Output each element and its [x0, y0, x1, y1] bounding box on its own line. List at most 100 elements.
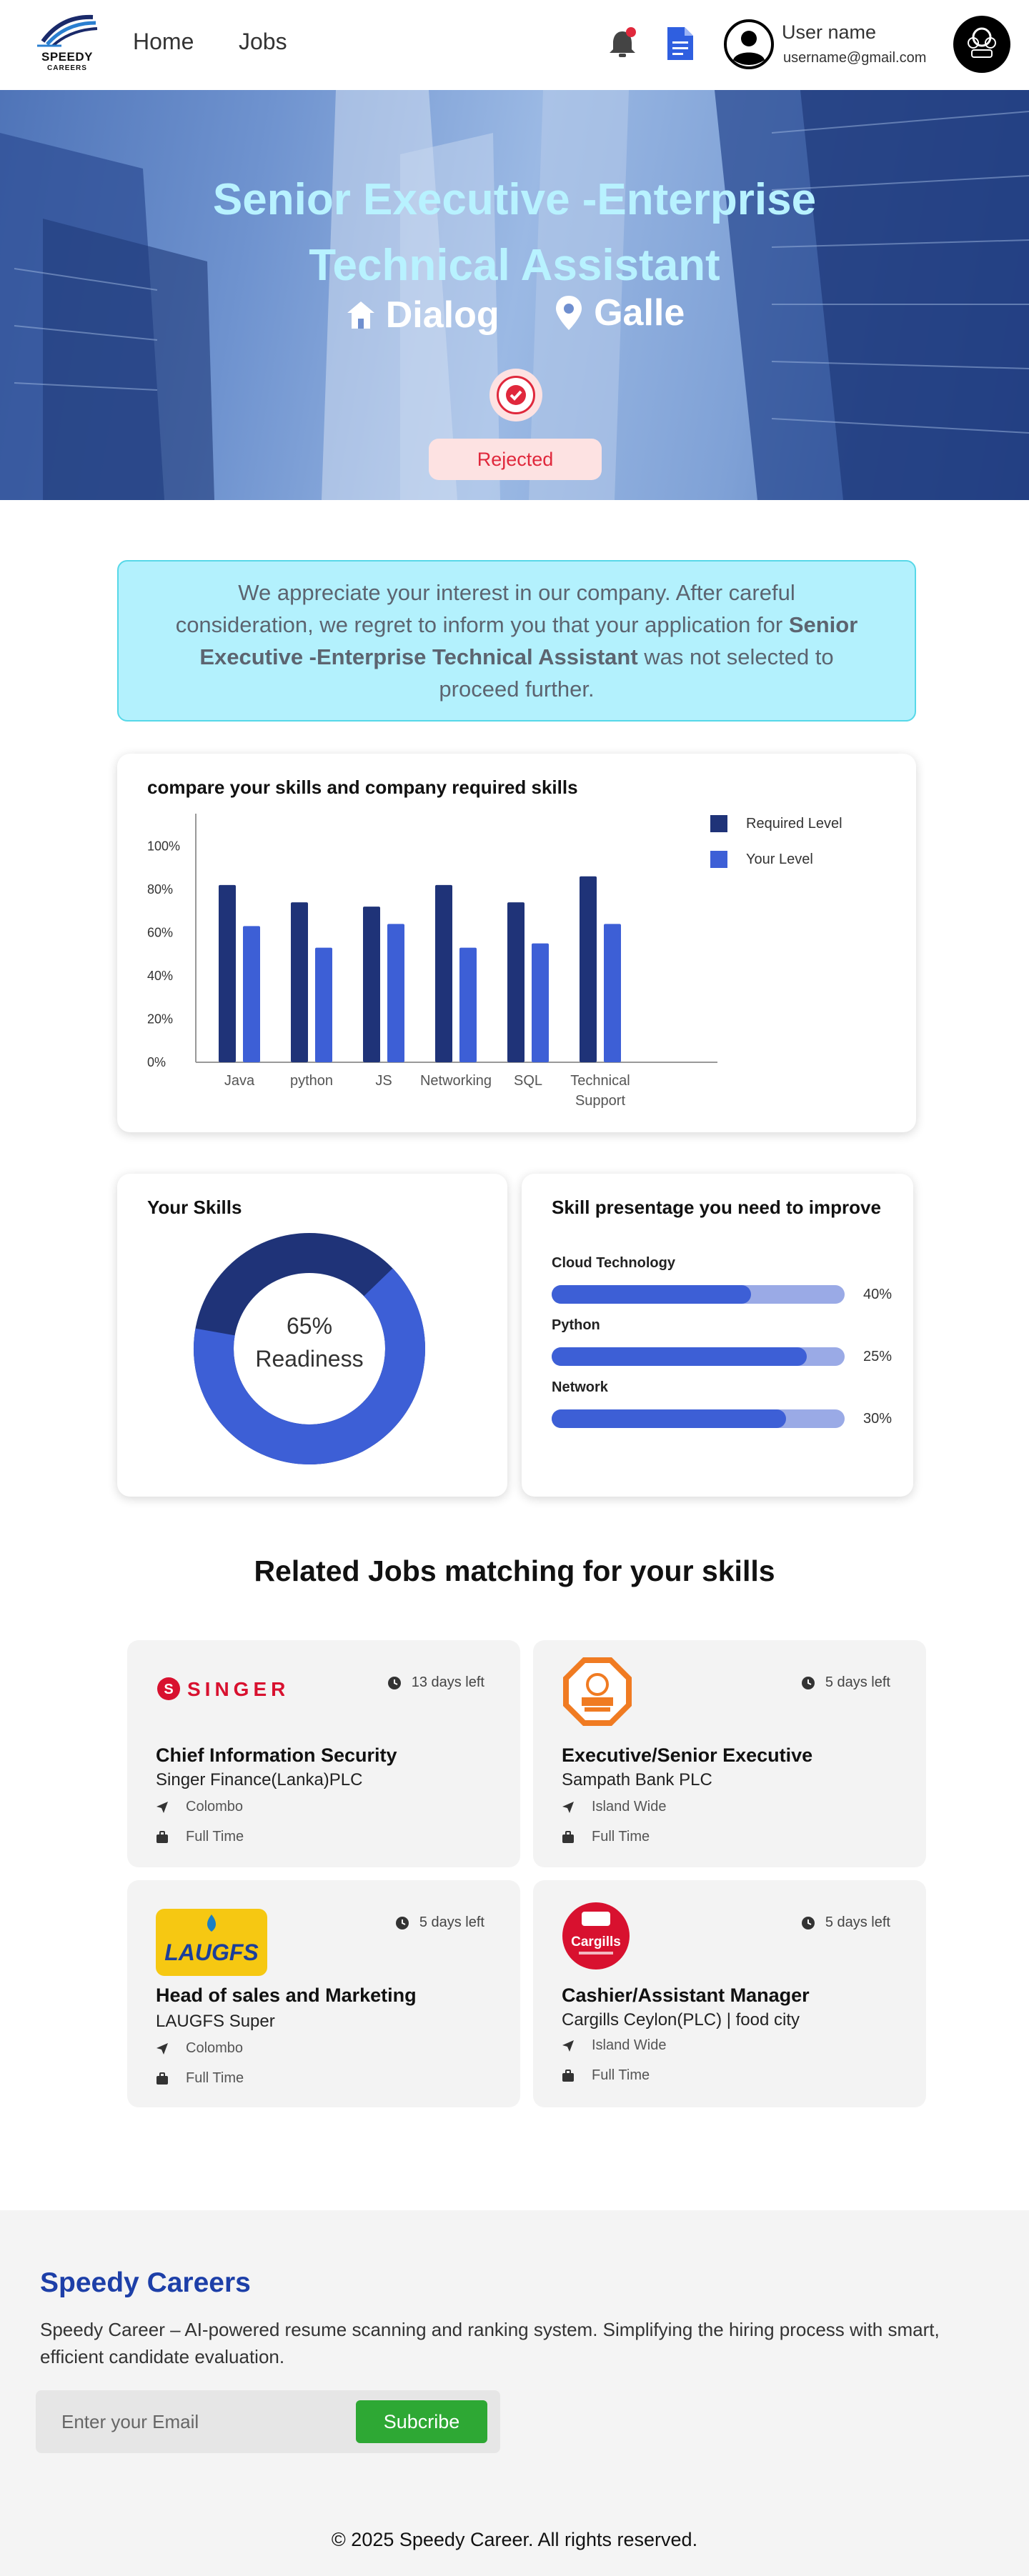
job-card[interactable]: 5 days left Executive/Senior Executive S…	[533, 1640, 926, 1867]
bar-required-5	[580, 876, 597, 1062]
job-card-location-text: Colombo	[186, 1799, 244, 1814]
y-tick-label: 80%	[147, 882, 173, 897]
x-tick-label: Technical	[570, 1073, 630, 1089]
job-card-type-text: Full Time	[186, 2070, 244, 2086]
x-tick-label: python	[290, 1073, 333, 1089]
days-left-text: 5 days left	[825, 1914, 890, 1930]
days-left: 5 days left	[801, 1914, 890, 1931]
days-left-text: 5 days left	[825, 1674, 890, 1690]
bar-required-0	[219, 884, 236, 1062]
subscribe-form: Subcribe	[36, 2390, 500, 2453]
location-name: Galle	[594, 292, 685, 334]
your-skills-title: Your Skills	[147, 1197, 242, 1218]
bar-your-3	[459, 947, 477, 1062]
clock-icon	[387, 1676, 401, 1689]
speedy-careers-logo[interactable]: SPEEDY CAREERS	[33, 13, 101, 77]
document-icon[interactable]	[665, 26, 696, 61]
improve-card-title: Skill presentage you need to improve	[552, 1197, 881, 1218]
job-card-type-text: Full Time	[592, 1829, 650, 1844]
bar-your-1	[315, 947, 332, 1062]
job-card-title: Executive/Senior Executive	[562, 1744, 813, 1766]
application-status-badge: Rejected	[429, 439, 602, 480]
user-avatar-icon[interactable]	[723, 19, 775, 70]
job-card-location: Colombo	[156, 2040, 243, 2057]
x-tick-label: Java	[224, 1073, 255, 1089]
job-card-type-text: Full Time	[592, 2067, 650, 2083]
job-card-type-text: Full Time	[186, 1829, 244, 1844]
legend-required: Required Level	[710, 815, 842, 832]
team-icon	[968, 27, 996, 58]
x-tick-label: Support	[575, 1093, 625, 1109]
skill-bar-network	[552, 1409, 845, 1428]
cargills-logo: Cargills	[562, 1902, 630, 1974]
y-tick-label: 0%	[147, 1055, 166, 1069]
skill-pct-cloud: 40%	[863, 1287, 893, 1302]
job-card[interactable]: Cargills 5 days left Cashier/Assistant M…	[533, 1880, 926, 2107]
days-left-text: 13 days left	[411, 1674, 484, 1690]
job-card-location-text: Colombo	[186, 2040, 244, 2056]
job-card-type: Full Time	[156, 1829, 244, 1845]
readiness-value: 65%	[286, 1313, 333, 1339]
company-info: Dialog	[344, 294, 499, 336]
job-meta: Dialog Galle	[0, 291, 1029, 341]
y-tick-label: 40%	[147, 969, 173, 983]
singer-logo: S SINGER	[156, 1667, 285, 1714]
skill-improve-card: Skill presentage you need to improve Clo…	[522, 1174, 913, 1497]
legend-your-label: Your Level	[746, 851, 813, 867]
bar-your-5	[604, 924, 621, 1062]
send-icon	[562, 1801, 574, 1813]
skills-bar-chart: 0% 20% 40% 60% 80% 100% Java python JS Networking…	[147, 814, 717, 1109]
laugfs-logo: LAUGFS	[156, 1909, 267, 1980]
job-card-company: Sampath Bank PLC	[562, 1770, 712, 1789]
subscribe-button[interactable]: Subcribe	[356, 2400, 487, 2443]
skill-pct-python: 25%	[863, 1349, 893, 1364]
user-name: User name	[782, 21, 877, 43]
job-card-company: Singer Finance(Lanka)PLC	[156, 1770, 363, 1789]
rejection-message: We appreciate your interest in our compa…	[117, 560, 916, 722]
job-card-location: Colombo	[156, 1799, 243, 1815]
skill-pct-network: 30%	[863, 1411, 893, 1427]
send-icon	[156, 1801, 168, 1813]
job-card-location: Island Wide	[562, 1799, 667, 1815]
skill-label-network: Network	[552, 1379, 608, 1395]
footer-title: Speedy Careers	[40, 2267, 251, 2298]
company-name: Dialog	[385, 294, 499, 336]
skill-bar-python	[552, 1347, 845, 1366]
job-card-type: Full Time	[156, 2070, 244, 2087]
brand-badge-icon[interactable]	[953, 16, 1010, 73]
job-card-location-text: Island Wide	[592, 2037, 667, 2053]
sampath-logo	[562, 1656, 633, 1731]
logo-text: SPEEDY	[41, 50, 93, 64]
briefcase-icon	[156, 1830, 168, 1843]
home-icon	[347, 301, 374, 329]
cargills-logo-text: Cargills	[571, 1935, 621, 1950]
singer-logo-text: SINGER	[187, 1678, 284, 1700]
job-card-title: Head of sales and Marketing	[156, 1985, 417, 2006]
email-input[interactable]	[36, 2390, 343, 2453]
readiness-label: Readiness	[255, 1346, 364, 1372]
footer: Speedy Careers Speedy Career – AI-powere…	[0, 2210, 1029, 2576]
bar-required-1	[291, 902, 308, 1062]
send-icon	[562, 2040, 574, 2052]
job-card-location: Island Wide	[562, 2037, 667, 2054]
y-tick-label: 100%	[147, 839, 180, 853]
legend-required-label: Required Level	[746, 815, 842, 832]
x-tick-label: Networking	[420, 1073, 492, 1089]
job-card-title: Cashier/Assistant Manager	[562, 1985, 810, 2006]
clock-icon	[395, 1916, 409, 1929]
copyright: © 2025 Speedy Career. All rights reserve…	[331, 2529, 698, 2550]
notification-bell-icon[interactable]	[605, 26, 640, 61]
briefcase-icon	[562, 2069, 574, 2082]
bar-required-4	[507, 902, 525, 1062]
job-card-title: Chief Information Security	[156, 1744, 397, 1766]
x-tick-label: JS	[375, 1073, 392, 1089]
job-hero-banner: Senior Executive -Enterprise Technical A…	[0, 90, 1029, 500]
nav-home-link[interactable]: Home	[133, 29, 194, 55]
send-icon	[156, 2042, 168, 2055]
job-card-company: LAUGFS Super	[156, 2012, 275, 2031]
nav-jobs-link[interactable]: Jobs	[239, 29, 287, 55]
laugfs-logo-text: LAUGFS	[164, 1940, 259, 1965]
skill-bar-python-fill	[552, 1347, 807, 1366]
job-card[interactable]: S SINGER 13 days left Chief Information …	[127, 1640, 520, 1867]
job-card[interactable]: LAUGFS 5 days left Head of sales and Mar…	[127, 1880, 520, 2107]
